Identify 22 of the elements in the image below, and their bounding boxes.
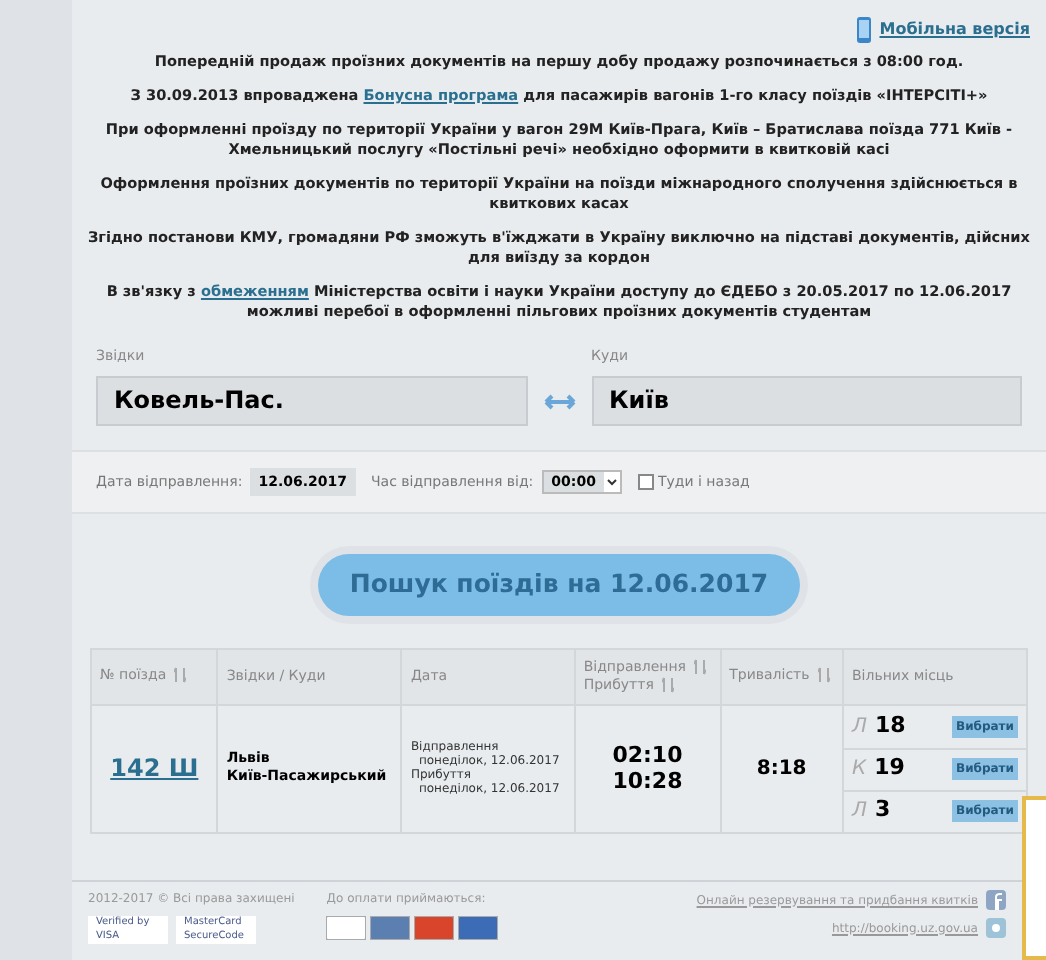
phone-icon [855, 16, 872, 44]
class-letter: Л [852, 713, 868, 742]
time-cell: 02:10 10:28 [574, 704, 721, 833]
duration-cell: 8:18 [720, 704, 843, 833]
class-letter: Л [852, 798, 868, 827]
round-trip-checkbox[interactable] [637, 473, 654, 490]
sort-icon[interactable] [174, 666, 187, 685]
facebook-icon[interactable] [986, 890, 1006, 910]
seat-count: 3 [875, 794, 891, 827]
class-letter: К [852, 756, 867, 785]
seat-count: 19 [874, 752, 905, 785]
seat-count: 18 [875, 709, 906, 742]
sort-icon[interactable] [694, 657, 707, 676]
sort-icon[interactable] [661, 676, 674, 695]
train-number-link[interactable]: 142 Ш [91, 704, 218, 833]
search-trains-button[interactable]: Пошук поїздів на 12.06.2017 [317, 554, 801, 616]
mobile-version-link[interactable]: Мобільна версія [879, 18, 1030, 42]
from-field[interactable]: Ковель-Пас. [96, 375, 527, 425]
caret-icon [603, 471, 620, 492]
to-field[interactable]: Київ [591, 375, 1022, 425]
swap-icon[interactable] [543, 393, 575, 409]
sort-icon[interactable] [817, 666, 830, 685]
